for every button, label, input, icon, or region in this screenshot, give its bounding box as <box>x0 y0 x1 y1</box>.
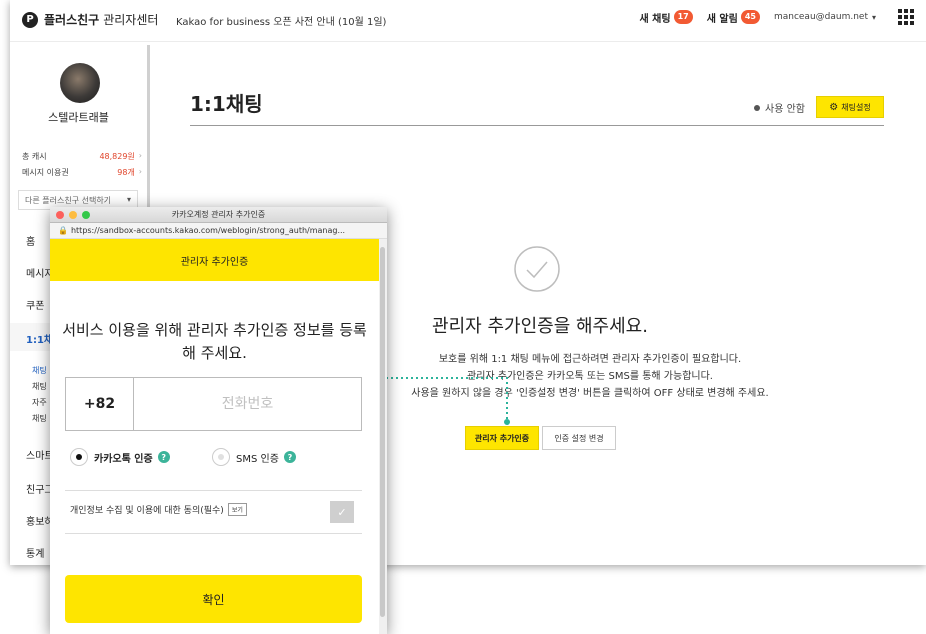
new-chat-label: 새 채팅 <box>639 13 671 25</box>
account-menu[interactable]: manceau@daum.net <box>774 12 868 22</box>
help-icon[interactable]: ? <box>283 451 296 463</box>
auth-required-title: 관리자 추가인증을 해주세요. <box>432 316 648 337</box>
phone-number-input[interactable] <box>134 378 361 430</box>
brand-name: 플러스친구 <box>44 13 100 27</box>
new-alert-link[interactable]: 새 알림 45 <box>707 10 760 25</box>
new-chat-link[interactable]: 새 채팅 17 <box>639 10 693 25</box>
divider <box>65 533 362 534</box>
sms-auth-option[interactable]: SMS 인증 ? <box>212 448 296 466</box>
popup-url: https://sandbox-accounts.kakao.com/weblo… <box>70 226 346 235</box>
chat-settings-label: 채팅설정 <box>841 102 871 112</box>
avatar <box>60 63 100 103</box>
chat-settings-button[interactable]: ⚙ 채팅설정 <box>816 96 884 118</box>
kakaotalk-auth-label: 카카오톡 인증 <box>94 453 153 465</box>
popup-window-title: 카카오계정 관리자 추가인증 <box>171 210 266 219</box>
chevron-down-icon: ▾ <box>126 195 131 204</box>
sidebar-subitem-faq[interactable]: 자주 <box>32 397 47 408</box>
chevron-right-icon: › <box>138 167 142 176</box>
top-navigation-bar: P 플러스친구 관리자센터 Kakao for business 오픈 사전 안… <box>10 0 926 42</box>
admin-auth-popup: 카카오계정 관리자 추가인증 🔒 https://sandbox-accounts… <box>50 207 387 634</box>
popup-header: 관리자 추가인증 <box>50 239 379 281</box>
brand-subtitle: 관리자센터 <box>103 13 159 27</box>
voucher-value: 98개 <box>117 168 135 177</box>
sms-radio[interactable] <box>212 448 230 466</box>
check-circle-icon <box>514 246 560 292</box>
country-code-select[interactable]: +82 <box>66 378 134 430</box>
plusfriend-logo-icon: P <box>22 11 38 28</box>
sidebar-subitem-chat-2[interactable]: 채팅 <box>32 381 47 392</box>
title-divider <box>190 125 884 126</box>
popup-address-bar[interactable]: 🔒 https://sandbox-accounts.kakao.com/webl… <box>50 223 387 239</box>
phone-number-field: +82 <box>65 377 362 431</box>
chevron-down-icon[interactable]: ▾ <box>872 13 876 22</box>
status-dot-icon <box>754 104 760 111</box>
sidebar-subitem-chat-1[interactable]: 채팅 <box>32 365 47 376</box>
topbar-right: 새 채팅 17 새 알림 45 manceau@daum.net ▾ <box>639 9 914 25</box>
new-alert-label: 새 알림 <box>706 13 738 25</box>
new-alert-count-badge: 45 <box>740 10 760 24</box>
confirm-button[interactable]: 확인 <box>65 575 362 623</box>
popup-instruction: 서비스 이용을 위해 관리자 추가인증 정보를 등록해 주세요. <box>62 321 367 362</box>
voucher-label: 메시지 이용권 <box>22 168 69 177</box>
consent-row: 개인정보 수집 및 이용에 대한 동의(필수) 보기 <box>70 503 247 516</box>
notice-link[interactable]: Kakao for business 오픈 사전 안내 (10월 1일) <box>176 13 386 28</box>
new-chat-count-badge: 17 <box>673 10 693 24</box>
cash-label: 총 캐시 <box>22 152 47 161</box>
consent-view-button[interactable]: 보기 <box>227 503 247 516</box>
profile-name: 스텔라트래블 <box>48 111 109 124</box>
auth-description-line-2: 관리자 추가인증은 카카오톡 또는 SMS를 통해 가능합니다. <box>467 371 713 382</box>
popup-titlebar: 카카오계정 관리자 추가인증 <box>50 207 387 223</box>
gear-icon: ⚙ <box>829 101 839 113</box>
kakaotalk-radio[interactable] <box>70 448 88 466</box>
apps-grid-icon[interactable] <box>898 9 914 25</box>
sidebar-subitem-chat-3[interactable]: 채팅 <box>32 413 47 424</box>
status-text: 사용 안함 <box>765 104 805 115</box>
consent-label: 개인정보 수집 및 이용에 대한 동의(필수) <box>70 506 224 516</box>
auth-description-line-1: 보호를 위해 1:1 채팅 메뉴에 접근하려면 관리자 추가인증이 필요합니다. <box>438 354 742 365</box>
select-placeholder: 다른 플러스친구 선택하기 <box>25 196 112 205</box>
auth-description-line-3: 사용을 원하지 않을 경우 '인증설정 변경' 버튼을 클릭하여 OFF 상태로… <box>411 388 769 399</box>
divider <box>65 490 362 491</box>
admin-auth-button[interactable]: 관리자 추가인증 <box>465 426 539 450</box>
consent-checkbox[interactable]: ✓ <box>330 501 354 523</box>
sms-auth-label: SMS 인증 <box>236 453 279 465</box>
auth-settings-button[interactable]: 인증 설정 변경 <box>542 426 616 450</box>
cash-row[interactable]: 총 캐시 48,829원 › <box>22 151 142 162</box>
help-icon[interactable]: ? <box>157 451 170 463</box>
chat-status: 사용 안함 <box>754 100 805 115</box>
cash-value: 48,829원 <box>99 152 135 161</box>
popup-scrollbar-thumb[interactable] <box>380 247 385 617</box>
page-title: 1:1채팅 <box>190 92 263 116</box>
chevron-right-icon: › <box>138 151 142 160</box>
brand-logo[interactable]: P 플러스친구 관리자센터 <box>22 11 158 28</box>
voucher-row[interactable]: 메시지 이용권 98개 › <box>22 167 142 178</box>
lock-icon: 🔒 <box>58 226 68 235</box>
kakaotalk-auth-option[interactable]: 카카오톡 인증 ? <box>70 448 170 466</box>
